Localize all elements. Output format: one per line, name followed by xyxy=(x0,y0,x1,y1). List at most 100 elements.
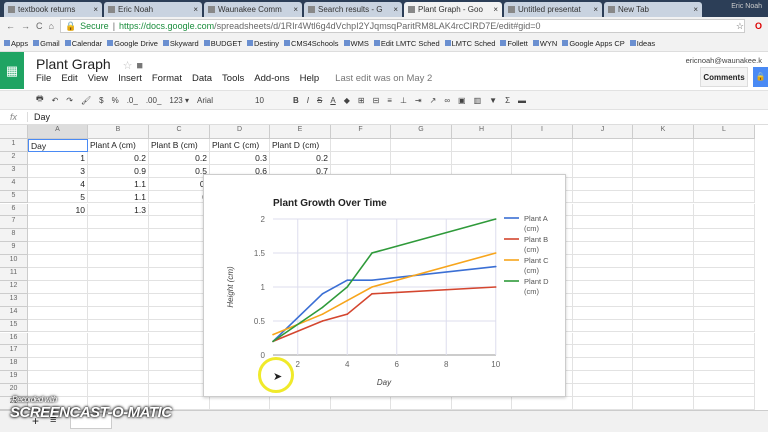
column-header[interactable]: G xyxy=(391,125,452,139)
cell[interactable] xyxy=(633,293,694,307)
cell[interactable] xyxy=(633,345,694,359)
menu-insert[interactable]: Insert xyxy=(118,73,142,84)
cell[interactable] xyxy=(391,151,452,165)
bookmark-item[interactable]: Calendar xyxy=(64,39,102,48)
browser-tab[interactable]: Waunakee Comm × xyxy=(204,2,302,17)
star-icon[interactable]: ☆ xyxy=(123,60,133,72)
row-header[interactable]: 6 xyxy=(0,203,28,217)
row-header[interactable]: 16 xyxy=(0,332,28,346)
strikethrough-button[interactable]: S xyxy=(317,96,322,105)
cell[interactable] xyxy=(512,139,573,152)
cell[interactable] xyxy=(88,268,149,281)
browser-tab[interactable]: textbook returns × xyxy=(4,2,102,17)
menu-add-ons[interactable]: Add-ons xyxy=(254,73,289,84)
cell[interactable] xyxy=(573,358,633,372)
font-dropdown[interactable]: Arial xyxy=(197,96,247,105)
cell[interactable] xyxy=(391,139,452,152)
cell[interactable] xyxy=(573,216,633,230)
cell[interactable] xyxy=(573,371,633,385)
cell[interactable] xyxy=(28,306,88,320)
cell[interactable] xyxy=(573,319,633,333)
cell[interactable] xyxy=(331,151,391,165)
bookmark-item[interactable]: Skyward xyxy=(162,39,199,48)
chart[interactable]: Plant Growth Over Time 0 0.5 1 1.5 2 2 4 6 8 10 Day… xyxy=(203,174,566,397)
row-header[interactable]: 8 xyxy=(0,229,28,243)
cell[interactable] xyxy=(694,151,755,165)
forward-icon[interactable]: → xyxy=(21,21,30,31)
cell[interactable]: 0.5 xyxy=(149,164,210,178)
align-icon[interactable]: ≡ xyxy=(387,96,392,105)
cell[interactable] xyxy=(88,242,149,256)
row-header[interactable]: 12 xyxy=(0,280,28,294)
cell[interactable]: 4 xyxy=(28,177,88,191)
cell[interactable]: 0.9 xyxy=(88,164,149,178)
cell[interactable] xyxy=(694,306,755,320)
cell[interactable] xyxy=(694,332,755,346)
cell[interactable] xyxy=(28,255,88,268)
bookmark-item[interactable]: BUDGET xyxy=(203,39,242,48)
cell[interactable] xyxy=(694,190,755,204)
cell[interactable] xyxy=(694,139,755,152)
undo-icon[interactable]: ↶ xyxy=(52,96,59,105)
cell[interactable]: 5 xyxy=(28,190,88,204)
cell[interactable] xyxy=(88,319,149,333)
cell[interactable] xyxy=(573,242,633,256)
cell[interactable] xyxy=(573,345,633,359)
cell[interactable] xyxy=(270,397,331,410)
back-icon[interactable]: ← xyxy=(6,21,15,31)
select-all-corner[interactable] xyxy=(0,125,28,139)
cell[interactable] xyxy=(633,306,694,320)
cell[interactable] xyxy=(28,229,88,243)
cell[interactable] xyxy=(149,203,210,217)
cell[interactable] xyxy=(694,358,755,372)
cell[interactable] xyxy=(149,384,210,397)
cell[interactable] xyxy=(633,177,694,191)
user-email[interactable]: ericnoah@waunakee.k xyxy=(686,56,762,65)
cell[interactable] xyxy=(694,280,755,294)
bookmark-item[interactable]: Ideas xyxy=(629,39,655,48)
cell[interactable] xyxy=(88,384,149,397)
cell[interactable] xyxy=(633,164,694,178)
menu-format[interactable]: Format xyxy=(152,73,182,84)
doc-title[interactable]: Plant Graph xyxy=(36,56,111,72)
close-tab-icon[interactable]: × xyxy=(593,5,598,14)
cell[interactable] xyxy=(573,306,633,320)
paint-format-icon[interactable]: 🖌 xyxy=(81,96,91,105)
row-header[interactable]: 5 xyxy=(0,190,28,204)
cell[interactable]: 10 xyxy=(28,203,88,217)
home-icon[interactable]: ⌂ xyxy=(49,21,54,31)
column-header[interactable]: E xyxy=(270,125,331,139)
cell[interactable] xyxy=(28,345,88,359)
cell[interactable] xyxy=(633,371,694,385)
column-header[interactable]: B xyxy=(88,125,149,139)
cell[interactable] xyxy=(149,332,210,346)
percent-button[interactable]: % xyxy=(112,96,119,105)
cell[interactable] xyxy=(633,280,694,294)
column-header[interactable]: A xyxy=(28,125,88,139)
cell[interactable] xyxy=(88,280,149,294)
cell[interactable] xyxy=(28,268,88,281)
bookmark-item[interactable]: Gmail xyxy=(33,39,60,48)
close-tab-icon[interactable]: × xyxy=(293,5,298,14)
cell[interactable] xyxy=(28,371,88,385)
bookmark-item[interactable]: LMTC Sched xyxy=(444,39,495,48)
cell[interactable] xyxy=(28,242,88,256)
sheets-logo-icon[interactable]: ▦ xyxy=(0,52,24,89)
cell[interactable]: Day xyxy=(28,139,88,152)
italic-button[interactable]: I xyxy=(307,96,309,105)
cell[interactable]: 0. xyxy=(149,177,210,191)
cell[interactable] xyxy=(149,306,210,320)
close-tab-icon[interactable]: × xyxy=(93,5,98,14)
cell[interactable] xyxy=(452,139,512,152)
cell[interactable] xyxy=(28,332,88,346)
cell[interactable] xyxy=(694,345,755,359)
cell[interactable] xyxy=(573,384,633,397)
cell[interactable] xyxy=(573,268,633,281)
cell[interactable] xyxy=(694,203,755,217)
cell[interactable]: 0.3 xyxy=(210,151,270,165)
bookmark-item[interactable]: WYN xyxy=(532,39,557,48)
cell[interactable] xyxy=(694,229,755,243)
row-header[interactable]: 18 xyxy=(0,358,28,372)
bookmark-item[interactable]: WMS xyxy=(343,39,369,48)
cell[interactable] xyxy=(573,203,633,217)
